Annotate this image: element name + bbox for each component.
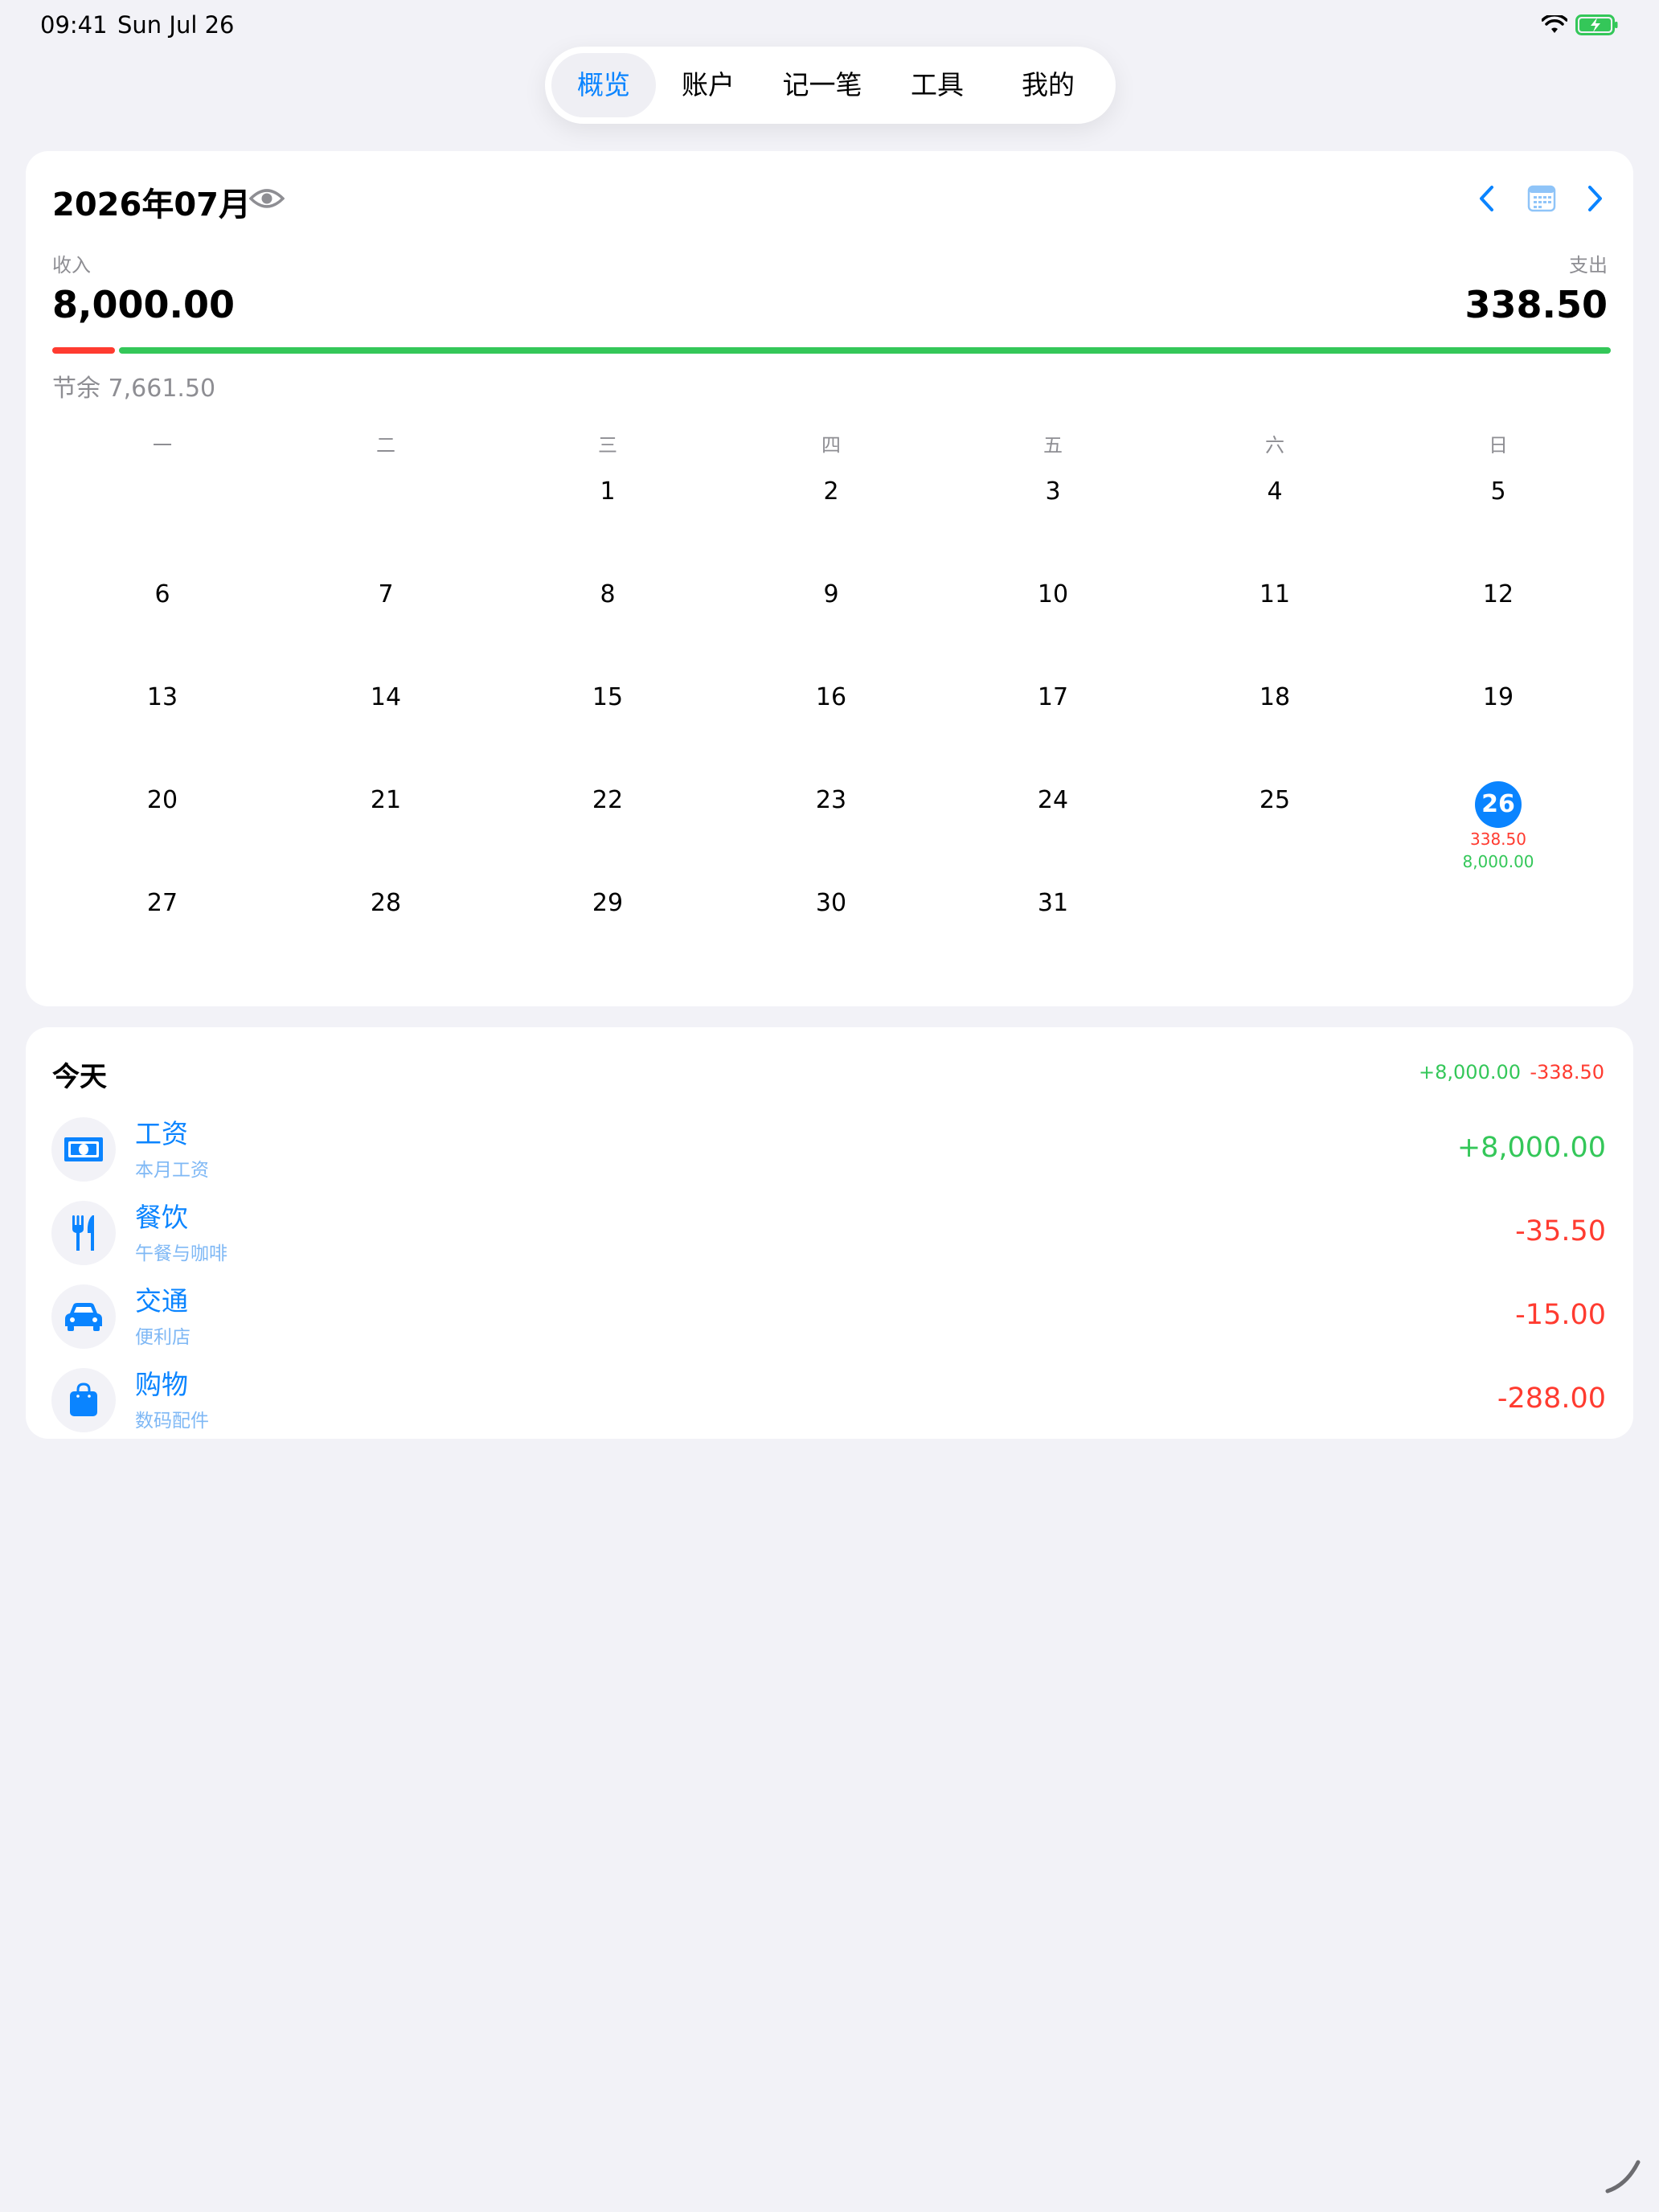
today-expense-mini: 338.50 [1470, 830, 1526, 849]
tab-tools[interactable]: 工具 [889, 53, 985, 117]
calendar-day[interactable]: 6 [114, 580, 211, 608]
tab-record[interactable]: 记一笔 [762, 53, 883, 117]
calendar-day[interactable]: 19 [1450, 683, 1546, 711]
money-icon [51, 1117, 116, 1182]
calendar-day[interactable]: 17 [1005, 683, 1101, 711]
tab-overview[interactable]: 概览 [551, 53, 656, 117]
battery-charging-icon [1575, 14, 1618, 35]
transaction-row[interactable]: 购物 数码配件 -288.00 [26, 1363, 1633, 1444]
transaction-title: 购物 [135, 1369, 188, 1400]
top-tab-bar: 概览 账户 记一笔 工具 我的 [545, 47, 1116, 124]
calendar-icon[interactable] [1527, 183, 1556, 212]
calendar-day[interactable]: 23 [783, 786, 879, 814]
today-title: 今天 [52, 1061, 107, 1093]
transaction-amount: +8,000.00 [1456, 1132, 1606, 1164]
chevron-left-icon[interactable] [1477, 185, 1495, 212]
surplus-text: 节余 7,661.50 [52, 375, 216, 403]
today-income-total: +8,000.00 [1419, 1061, 1521, 1083]
income-amount: 8,000.00 [52, 283, 235, 326]
transaction-amount: -15.00 [1515, 1299, 1606, 1331]
transaction-amount: -288.00 [1497, 1382, 1606, 1415]
status-icons [1542, 14, 1619, 35]
tab-profile[interactable]: 我的 [992, 53, 1104, 117]
weekday-sat: 六 [1265, 434, 1284, 457]
calendar-day[interactable]: 8 [559, 580, 656, 608]
today-expense-total: -338.50 [1530, 1061, 1604, 1083]
calendar-day[interactable]: 18 [1227, 683, 1323, 711]
calendar-day[interactable]: 28 [338, 889, 434, 917]
transaction-subtitle: 午餐与咖啡 [135, 1243, 227, 1264]
transaction-row[interactable]: 工资 本月工资 +8,000.00 [26, 1112, 1633, 1193]
calendar-day[interactable]: 22 [559, 786, 656, 814]
calendar-day[interactable]: 16 [783, 683, 879, 711]
expense-ratio-bar [52, 347, 115, 354]
transaction-amount: -35.50 [1515, 1215, 1606, 1247]
today-income-mini: 8,000.00 [1462, 852, 1534, 871]
calendar-day[interactable]: 4 [1227, 477, 1323, 506]
calendar-day[interactable]: 15 [559, 683, 656, 711]
calendar-day[interactable]: 29 [559, 889, 656, 917]
transaction-row[interactable]: 餐饮 午餐与咖啡 -35.50 [26, 1196, 1633, 1276]
car-icon [51, 1284, 116, 1349]
fork-knife-icon [51, 1201, 116, 1265]
calendar-day[interactable]: 31 [1005, 889, 1101, 917]
weekday-thu: 四 [821, 434, 841, 457]
calendar-day[interactable]: 7 [338, 580, 434, 608]
wifi-icon [1542, 15, 1567, 33]
transaction-title: 工资 [135, 1118, 188, 1149]
income-label: 收入 [52, 254, 91, 276]
calendar-day[interactable]: 3 [1005, 477, 1101, 506]
expense-amount: 338.50 [1464, 283, 1608, 326]
calendar-day[interactable]: 13 [114, 683, 211, 711]
weekday-wed: 三 [598, 434, 617, 457]
shopping-bag-icon [51, 1368, 116, 1432]
calendar-day[interactable]: 9 [783, 580, 879, 608]
calendar-day[interactable]: 14 [338, 683, 434, 711]
transaction-subtitle: 便利店 [135, 1327, 190, 1348]
calendar-day[interactable]: 11 [1227, 580, 1323, 608]
calendar-day[interactable]: 10 [1005, 580, 1101, 608]
status-time: 09:41 [40, 11, 108, 39]
calendar-day[interactable]: 24 [1005, 786, 1101, 814]
chevron-right-icon[interactable] [1587, 185, 1604, 212]
calendar-day[interactable]: 20 [114, 786, 211, 814]
expense-label: 支出 [1569, 254, 1608, 276]
pencil-indicator-icon [1605, 2160, 1641, 2194]
calendar-day[interactable]: 2 [783, 477, 879, 506]
income-ratio-bar [119, 347, 1611, 354]
weekday-tue: 二 [376, 434, 395, 457]
month-title[interactable]: 2026年07月 [52, 178, 251, 225]
calendar-day[interactable]: 21 [338, 786, 434, 814]
eye-icon[interactable] [249, 186, 285, 211]
transaction-subtitle: 数码配件 [135, 1411, 209, 1432]
calendar-day-today[interactable]: 26 [1475, 781, 1522, 828]
calendar-day[interactable]: 25 [1227, 786, 1323, 814]
weekday-mon: 一 [153, 434, 172, 457]
transaction-row[interactable]: 交通 便利店 -15.00 [26, 1280, 1633, 1360]
calendar-day[interactable]: 12 [1450, 580, 1546, 608]
calendar-day[interactable]: 5 [1450, 477, 1546, 506]
weekday-fri: 五 [1043, 434, 1063, 457]
transaction-subtitle: 本月工资 [135, 1160, 209, 1181]
today-transactions-card: 今天 +8,000.00 -338.50 工资 本月工资 +8,000.00 餐 [26, 1027, 1633, 1439]
month-summary-card: 2026年07月 收入 8,000.00 支出 338.50 节余 7,661.… [26, 151, 1633, 1006]
calendar-day[interactable]: 27 [114, 889, 211, 917]
status-date: Sun Jul 26 [117, 11, 235, 39]
calendar-day[interactable]: 1 [559, 477, 656, 506]
weekday-sun: 日 [1489, 434, 1508, 457]
transaction-title: 餐饮 [135, 1202, 188, 1233]
calendar-day[interactable]: 30 [783, 889, 879, 917]
tab-accounts[interactable]: 账户 [660, 53, 756, 117]
transaction-title: 交通 [135, 1285, 188, 1317]
